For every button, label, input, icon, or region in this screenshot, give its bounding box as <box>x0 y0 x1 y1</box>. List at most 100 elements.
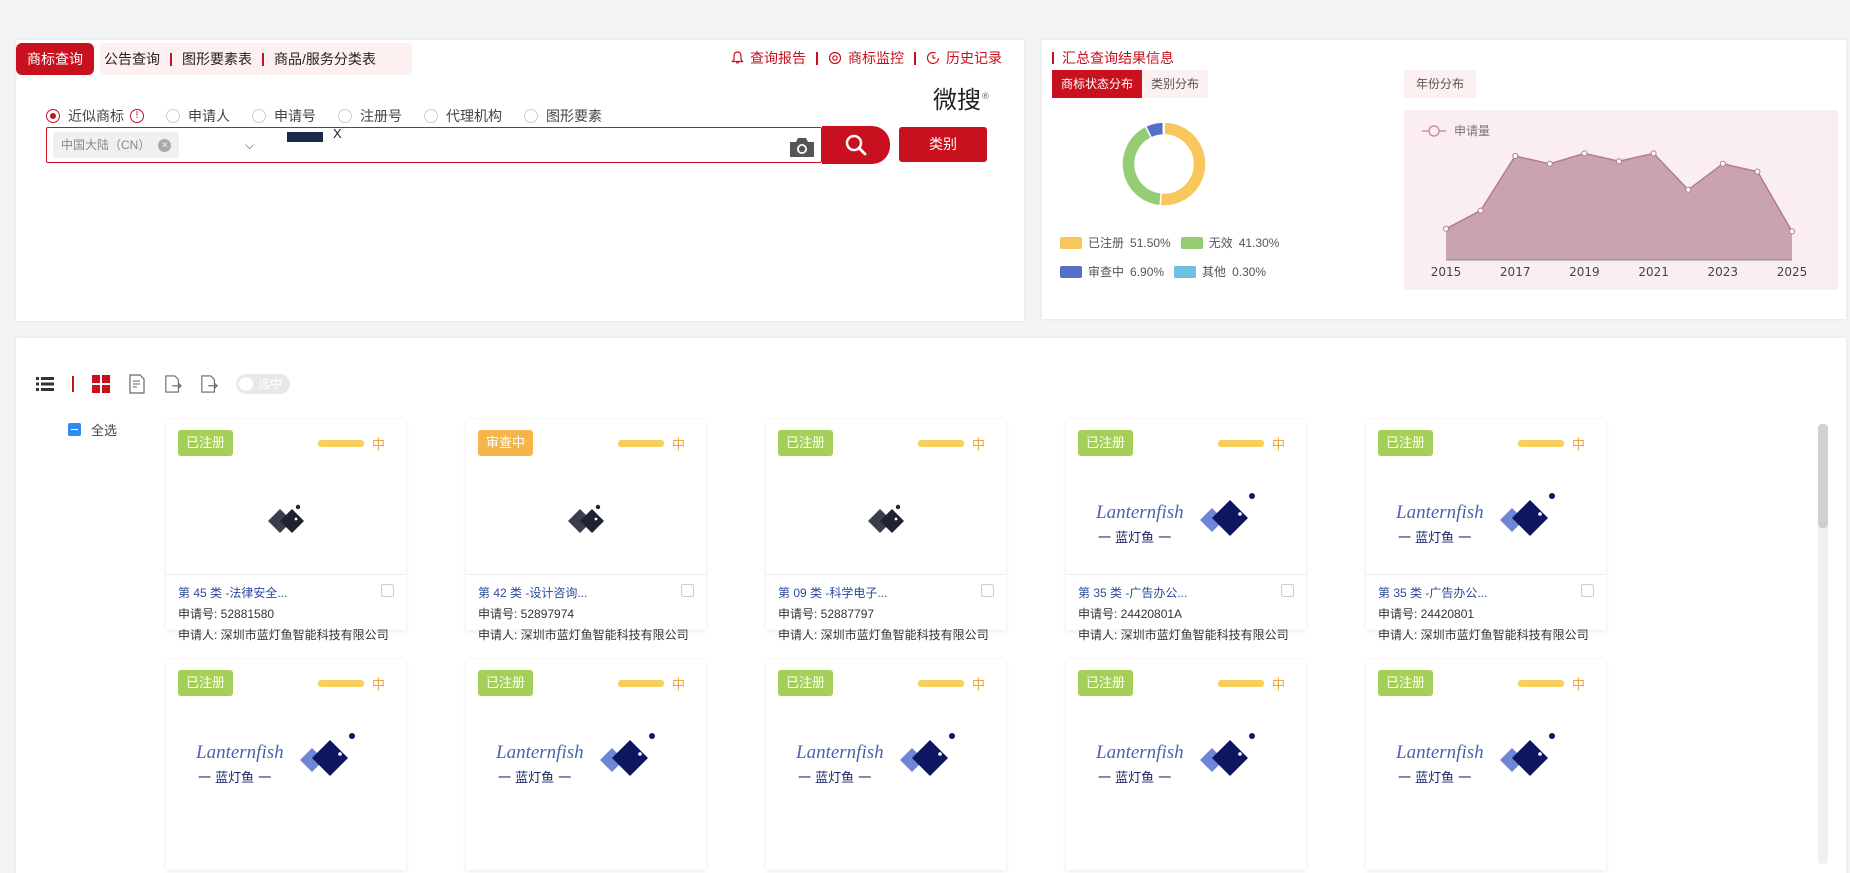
trademark-image: Lanternfish 一 蓝灯鱼 一 <box>1066 466 1306 576</box>
status-legend: 已注册 51.50% 无效 41.30% 审查中 6.90% 其他 0.30% <box>1060 234 1300 292</box>
trademark-card[interactable]: 已注册 中 Lanternfish 一 蓝灯鱼 一 <box>166 660 406 870</box>
svg-text:一 蓝灯鱼 一: 一 蓝灯鱼 一 <box>498 770 571 786</box>
results-panel: 选中 全选 已注册中第 45 类 -法律安全... 申请号: 52881580 申请… <box>16 338 1846 873</box>
tab-trademark-search[interactable]: 商标查询 <box>16 43 94 75</box>
radio-agency[interactable]: 代理机构 <box>424 106 502 126</box>
trademark-image <box>766 466 1006 576</box>
similarity-bar <box>1218 680 1264 687</box>
remove-image-icon[interactable]: X <box>333 126 342 141</box>
list-view-icon[interactable] <box>36 375 54 393</box>
search-button[interactable] <box>822 126 890 164</box>
trademark-card[interactable]: 已注册 中 Lanternfish 一 蓝灯鱼 一 <box>766 660 1006 870</box>
tab-goods-services-classes[interactable]: 商品/服务分类表 <box>264 43 386 75</box>
trademark-monitor-link[interactable]: 商标监控 <box>818 48 914 68</box>
checkbox-indeterminate[interactable] <box>68 423 81 436</box>
info-icon[interactable]: ! <box>130 109 144 123</box>
class-label: 第 35 类 -广告办公... <box>1378 586 1488 600</box>
select-all-checkbox[interactable]: 全选 <box>68 420 117 439</box>
radio-registration-number[interactable]: 注册号 <box>338 106 402 126</box>
radio-graphic-element[interactable]: 图形要素 <box>524 106 602 126</box>
radio-button[interactable] <box>252 109 266 123</box>
tab-class-distribution[interactable]: 类别分布 <box>1142 70 1209 98</box>
tab-year-distribution[interactable]: 年份分布 <box>1404 70 1477 98</box>
radio-similar-trademark[interactable]: 近似商标! <box>46 106 144 126</box>
card-checkbox[interactable] <box>381 584 394 597</box>
trademark-card[interactable]: 已注册 中 Lanternfish 一 蓝灯鱼 一 <box>1366 660 1606 870</box>
trademark-card[interactable]: 已注册 中 Lanternfish 一 蓝灯鱼 一第 35 类 -广告办公... 申请号… <box>1366 420 1606 642</box>
legend-label: 已注册 <box>1088 236 1125 250</box>
search-icon <box>845 134 867 156</box>
svg-text:Lanternfish: Lanternfish <box>1096 742 1184 763</box>
application-number: 申请号: 52881580 <box>178 607 275 621</box>
grid-view-icon[interactable] <box>92 375 110 393</box>
legend-other: 其他 0.30% <box>1174 263 1266 280</box>
card-info: 第 09 类 -科学电子... 申请号: 52887797 申请人: 深圳市蓝灯鱼智… <box>766 574 1006 642</box>
region-tag[interactable]: 中国大陆（CN） × <box>53 132 180 158</box>
camera-icon[interactable] <box>788 136 816 158</box>
similarity-level: 中 <box>1572 677 1586 692</box>
radio-button[interactable] <box>524 109 538 123</box>
legend-label: 无效 <box>1208 236 1233 250</box>
card-checkbox[interactable] <box>1281 584 1294 597</box>
radio-application-number[interactable]: 申请号 <box>252 106 316 126</box>
similarity-level: 中 <box>1272 437 1286 452</box>
summary-title: 汇总查询结果信息 <box>1052 51 1174 65</box>
class-label: 第 42 类 -设计咨询... <box>478 586 588 600</box>
report-export-icon[interactable] <box>128 374 146 394</box>
similarity-level: 中 <box>672 437 686 452</box>
category-button[interactable]: 类别 <box>899 127 987 162</box>
trademark-card[interactable]: 已注册 中 Lanternfish 一 蓝灯鱼 一 <box>1066 660 1306 870</box>
radio-button[interactable] <box>166 109 180 123</box>
monitor-icon <box>828 51 842 65</box>
tab-announcement-search[interactable]: 公告查询 <box>94 43 170 75</box>
radio-button[interactable] <box>338 109 352 123</box>
area-point-2019 <box>1581 150 1588 157</box>
lanternfish-logo: Lanternfish 一 蓝灯鱼 一 <box>1396 493 1555 546</box>
trademark-image: Lanternfish 一 蓝灯鱼 一 <box>1366 706 1606 816</box>
lanternfish-logo: Lanternfish 一 蓝灯鱼 一 <box>1396 733 1555 786</box>
card-checkbox[interactable] <box>1581 584 1594 597</box>
status-badge: 已注册 <box>778 430 834 456</box>
svg-text:Lanternfish: Lanternfish <box>1396 742 1484 763</box>
legend-under-review: 审查中 6.90% <box>1060 263 1164 280</box>
radio-button[interactable] <box>424 109 438 123</box>
scrollbar-thumb[interactable] <box>1818 424 1828 528</box>
similarity-bar <box>918 680 964 687</box>
similarity-bar <box>1518 680 1564 687</box>
trademark-card[interactable]: 已注册 中第 45 类 -法律安全... 申请号: 52881580 申请人: 深圳市… <box>166 420 406 642</box>
trademark-card[interactable]: 已注册 中 Lanternfish 一 蓝灯鱼 一第 35 类 -广告办公... 申请号… <box>1066 420 1306 642</box>
tab-status-distribution[interactable]: 商标状态分布 <box>1052 70 1143 98</box>
selected-toggle[interactable]: 选中 <box>236 374 290 394</box>
similarity-bar <box>618 440 664 447</box>
region-clear-icon[interactable]: × <box>158 138 172 152</box>
chevron-down-icon[interactable]: ⌵ <box>245 138 254 153</box>
trademark-card[interactable]: 审查中 中第 42 类 -设计咨询... 申请号: 52897974 申请人: 深圳市… <box>466 420 706 642</box>
history-label: 历史记录 <box>946 50 1002 66</box>
doc-export-icon[interactable] <box>164 375 182 393</box>
similarity-level: 中 <box>972 677 986 692</box>
similarity-level: 中 <box>1272 677 1286 692</box>
search-input[interactable]: 中国大陆（CN） × ⌵ X <box>46 126 822 163</box>
legend-registered: 已注册 51.50% <box>1060 234 1171 251</box>
query-report-link[interactable]: 查询报告 <box>721 48 816 68</box>
card-checkbox[interactable] <box>681 584 694 597</box>
card-checkbox[interactable] <box>981 584 994 597</box>
similarity-level: 中 <box>372 437 386 452</box>
history-icon <box>926 51 940 65</box>
results-toolbar: 选中 <box>36 374 290 394</box>
legend-label: 其他 <box>1202 265 1227 279</box>
tab-graphic-elements[interactable]: 图形要素表 <box>172 43 262 75</box>
status-donut-chart <box>1121 121 1207 207</box>
radio-button[interactable] <box>46 109 60 123</box>
radio-applicant[interactable]: 申请人 <box>166 106 230 126</box>
trademark-card[interactable]: 已注册 中 Lanternfish 一 蓝灯鱼 一 <box>466 660 706 870</box>
class-label: 第 45 类 -法律安全... <box>178 586 288 600</box>
xls-export-icon[interactable] <box>200 375 218 393</box>
legend-series-name: 申请量 <box>1454 124 1490 138</box>
trademark-card[interactable]: 已注册 中第 09 类 -科学电子... 申请号: 52887797 申请人: 深圳市… <box>766 420 1006 642</box>
history-link[interactable]: 历史记录 <box>916 48 1012 68</box>
year-area-chart: 申请量 2015 2017 2019 2021 2023 2025 <box>1404 110 1838 290</box>
svg-text:Lanternfish: Lanternfish <box>796 742 884 763</box>
lanternfish-logo: Lanternfish 一 蓝灯鱼 一 <box>796 733 955 786</box>
scrollbar[interactable] <box>1818 424 1828 864</box>
